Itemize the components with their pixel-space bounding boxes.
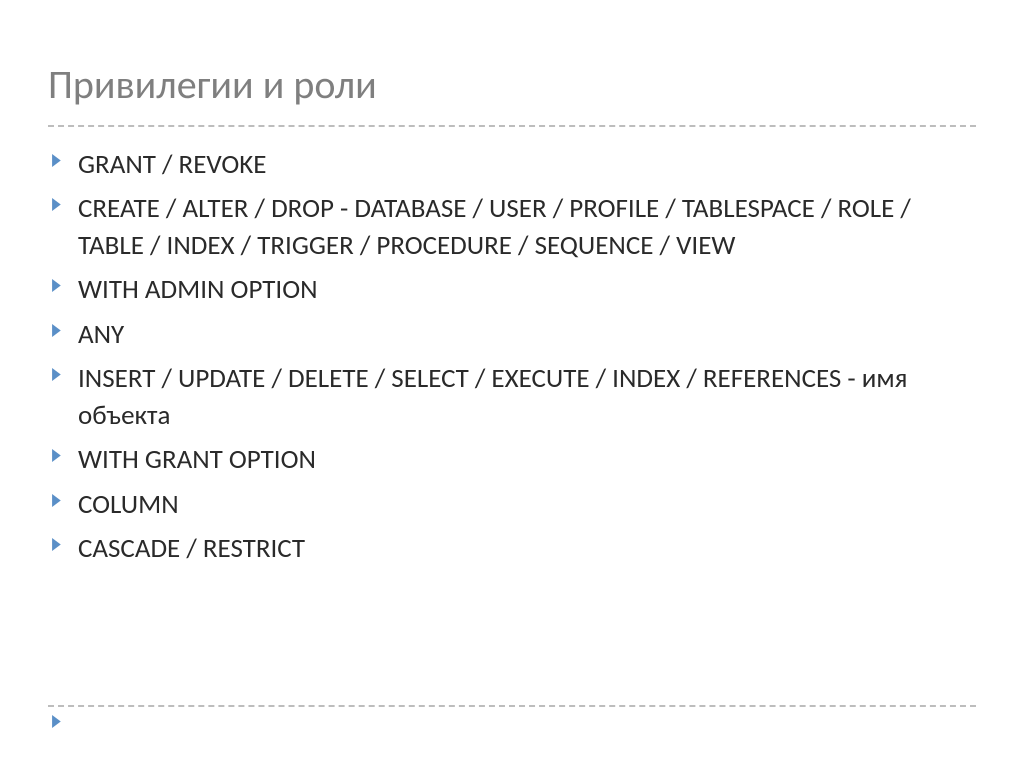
list-item: INSERT / UPDATE / DELETE / SELECT / EXEC… [52, 361, 976, 434]
list-item: COLUMN [52, 487, 976, 523]
list-item: CREATE / ALTER / DROP - DATABASE / USER … [52, 191, 976, 264]
chevron-right-icon [52, 324, 72, 337]
chevron-right-icon [52, 368, 72, 381]
bullet-list: GRANT / REVOKE CREATE / ALTER / DROP - D… [48, 147, 976, 575]
chevron-right-icon [52, 494, 72, 507]
footer-divider [48, 705, 976, 707]
title-divider [48, 125, 976, 127]
bullet-text: CASCADE / RESTRICT [72, 531, 305, 567]
chevron-right-icon [52, 449, 72, 462]
bullet-text: CREATE / ALTER / DROP - DATABASE / USER … [72, 191, 976, 264]
list-item: GRANT / REVOKE [52, 147, 976, 183]
bullet-text: INSERT / UPDATE / DELETE / SELECT / EXEC… [72, 361, 976, 434]
chevron-right-icon [52, 154, 72, 167]
list-item: ANY [52, 317, 976, 353]
chevron-right-icon [52, 279, 72, 292]
bullet-text: WITH ADMIN OPTION [72, 272, 318, 308]
list-item: CASCADE / RESTRICT [52, 531, 976, 567]
chevron-right-icon [48, 715, 976, 728]
bullet-text: ANY [72, 317, 124, 353]
list-item: WITH ADMIN OPTION [52, 272, 976, 308]
slide-content: GRANT / REVOKE CREATE / ALTER / DROP - D… [48, 147, 976, 728]
list-item: WITH GRANT OPTION [52, 442, 976, 478]
slide: Привилегии и роли GRANT / REVOKE CREATE … [0, 0, 1024, 768]
chevron-right-icon [52, 538, 72, 551]
slide-title: Привилегии и роли [48, 60, 976, 119]
bullet-text: COLUMN [72, 487, 179, 523]
bullet-text: GRANT / REVOKE [72, 147, 266, 183]
bullet-text: WITH GRANT OPTION [72, 442, 316, 478]
chevron-right-icon [52, 198, 72, 211]
